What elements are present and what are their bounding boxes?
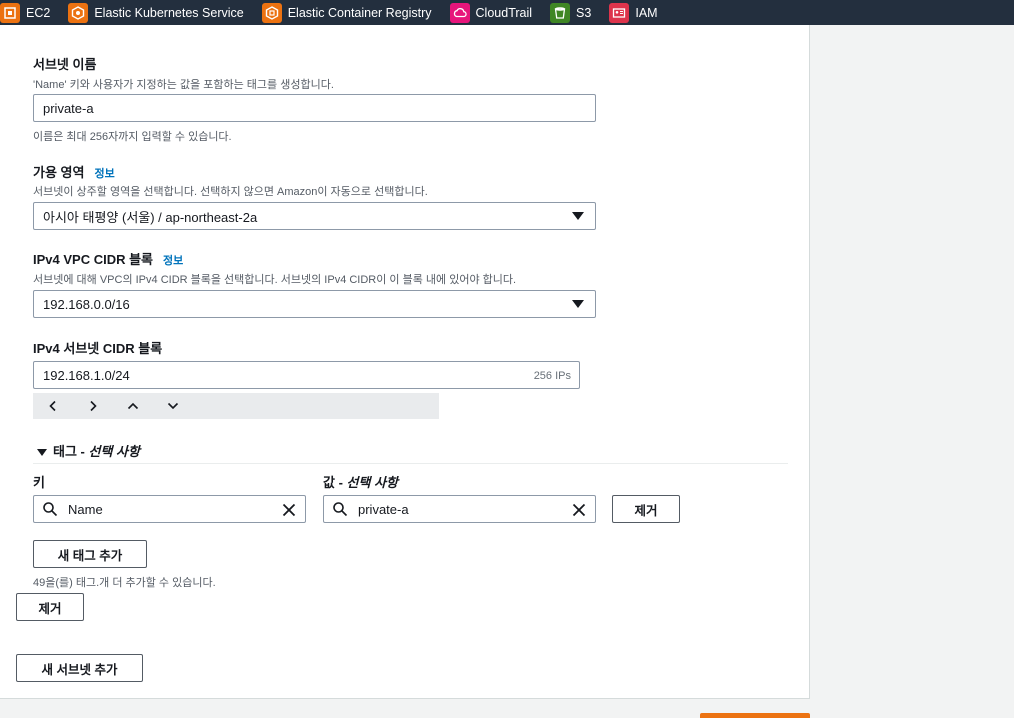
availability-zone-label-text: 가용 영역 <box>33 165 85 180</box>
service-label: CloudTrail <box>475 5 533 20</box>
tag-key-input[interactable]: Name <box>33 495 306 523</box>
chevron-down-icon <box>167 402 179 410</box>
availability-zone-label: 가용 영역 정보 <box>33 162 115 181</box>
subnet-name-description: 'Name' 키와 사용자가 지정하는 값을 포함하는 태그를 생성합니다. <box>33 79 334 91</box>
remove-subnet-button[interactable]: 제거 <box>16 593 84 621</box>
caret-down-icon <box>37 449 47 457</box>
clear-icon[interactable] <box>571 502 587 518</box>
service-ec2[interactable]: EC2 <box>0 0 50 25</box>
tag-key-label: 키 <box>33 475 45 490</box>
availability-zone-description: 서브넷이 상주할 영역을 선택합니다. 선택하지 않으면 Amazon이 자동으… <box>33 186 428 198</box>
subnet-name-hint: 이름은 최대 256자까지 입력할 수 있습니다. <box>33 131 232 143</box>
clear-icon[interactable] <box>281 502 297 518</box>
add-tag-button[interactable]: 새 태그 추가 <box>33 540 147 568</box>
search-icon <box>43 502 58 517</box>
tags-remaining-text: 49을(를) 태그.개 더 추가할 수 있습니다. <box>33 577 216 589</box>
cidr-prev-button[interactable] <box>33 393 73 419</box>
chevron-left-icon <box>49 400 56 412</box>
tags-header-optional: 선택 사항 <box>88 444 140 459</box>
tags-section-toggle[interactable]: 태그 - 선택 사항 <box>37 441 140 460</box>
chevron-up-icon <box>127 402 139 410</box>
service-label: S3 <box>576 5 592 20</box>
cloudtrail-icon <box>449 2 470 23</box>
subnet-name-value: private-a <box>43 100 94 116</box>
subnet-cidr-ip-count: 256 IPs <box>533 370 571 382</box>
s3-icon <box>550 2 571 23</box>
services-bar: EC2 Elastic Kubernetes Service Elastic C… <box>0 0 1014 25</box>
service-label: Elastic Container Registry <box>287 5 432 20</box>
service-label: Elastic Kubernetes Service <box>94 5 244 20</box>
vpc-cidr-description: 서브넷에 대해 VPC의 IPv4 CIDR 블록을 선택합니다. 서브넷의 I… <box>33 274 517 286</box>
service-eks[interactable]: Elastic Kubernetes Service <box>68 0 244 25</box>
add-subnet-button[interactable]: 새 서브넷 추가 <box>16 654 143 682</box>
cidr-decrease-button[interactable] <box>153 393 193 419</box>
search-icon <box>333 502 348 517</box>
subnet-settings-panel: 서브넷 이름 'Name' 키와 사용자가 지정하는 값을 포함하는 태그를 생… <box>0 25 810 699</box>
tag-value-input[interactable]: private-a <box>323 495 596 523</box>
vpc-cidr-label-text: IPv4 VPC CIDR 블록 <box>33 252 154 267</box>
cidr-increase-button[interactable] <box>113 393 153 419</box>
tag-value-value: private-a <box>358 501 409 517</box>
subnet-cidr-input[interactable]: 192.168.1.0/24 256 IPs <box>33 361 580 389</box>
tag-key-value: Name <box>68 501 103 517</box>
caret-down-icon <box>572 300 584 308</box>
service-iam[interactable]: IAM <box>609 0 658 25</box>
iam-icon <box>609 2 630 23</box>
service-label: IAM <box>635 5 658 20</box>
vpc-cidr-select[interactable]: 192.168.0.0/16 <box>33 290 596 318</box>
cidr-next-button[interactable] <box>73 393 113 419</box>
subnet-cidr-value: 192.168.1.0/24 <box>43 367 130 383</box>
chevron-right-icon <box>90 400 97 412</box>
vpc-cidr-value: 192.168.0.0/16 <box>43 296 130 312</box>
subnet-name-input[interactable]: private-a <box>33 94 596 122</box>
caret-down-icon <box>572 212 584 220</box>
subnet-name-label: 서브넷 이름 <box>33 57 97 72</box>
vpc-cidr-info-link[interactable]: 정보 <box>163 255 183 267</box>
tags-divider <box>33 463 788 464</box>
subnet-cidr-label: IPv4 서브넷 CIDR 블록 <box>33 341 163 356</box>
ecr-icon <box>261 2 282 23</box>
availability-zone-value: 아시아 태평양 (서울) / ap-northeast-2a <box>43 209 258 225</box>
tags-header-text: 태그 - <box>53 444 85 459</box>
service-label: EC2 <box>26 5 51 20</box>
service-ecr[interactable]: Elastic Container Registry <box>261 0 432 25</box>
remove-tag-button[interactable]: 제거 <box>612 495 680 523</box>
cidr-stepper <box>33 393 439 419</box>
availability-zone-select[interactable]: 아시아 태평양 (서울) / ap-northeast-2a <box>33 202 596 230</box>
eks-icon <box>68 2 89 23</box>
availability-zone-info-link[interactable]: 정보 <box>94 168 114 180</box>
service-s3[interactable]: S3 <box>550 0 591 25</box>
primary-button-edge[interactable] <box>700 713 810 718</box>
tag-value-label-text: 값 - <box>323 475 343 490</box>
tag-value-optional: 선택 사항 <box>346 475 398 490</box>
ec2-icon <box>0 2 20 23</box>
service-cloudtrail[interactable]: CloudTrail <box>449 0 533 25</box>
tag-value-label: 값 - 선택 사항 <box>323 472 398 491</box>
vpc-cidr-label: IPv4 VPC CIDR 블록 정보 <box>33 249 183 268</box>
